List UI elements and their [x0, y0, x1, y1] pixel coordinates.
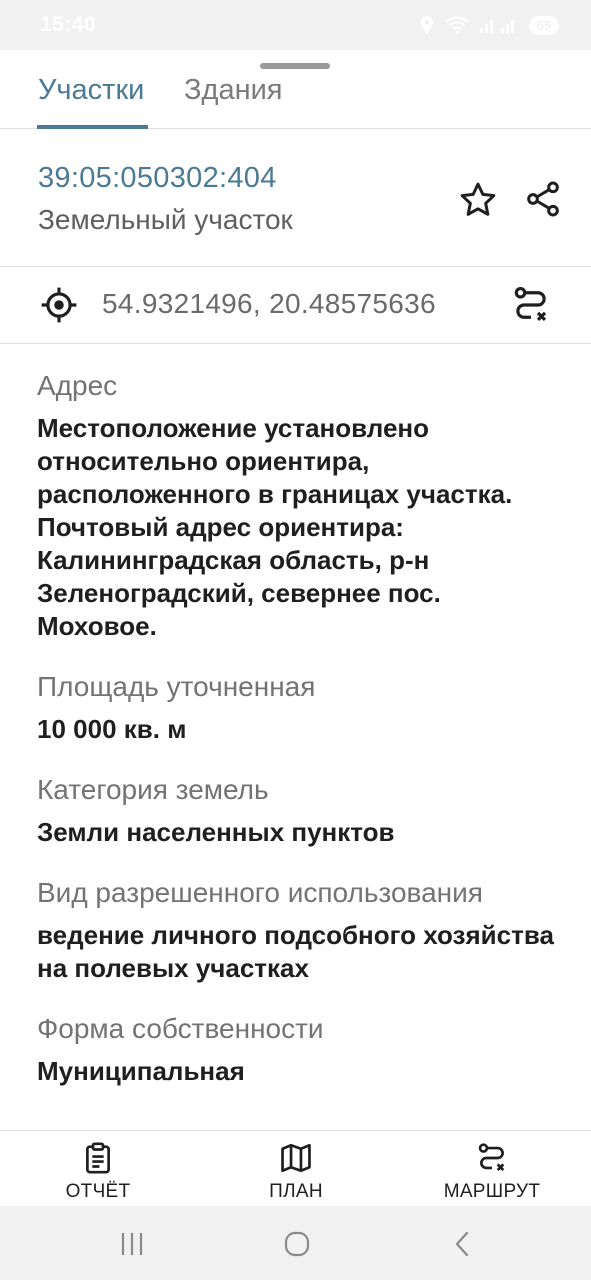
address-line: Зеленоградский, севернее пос.: [37, 578, 441, 608]
parcel-details: Адрес Местоположение установлено относит…: [37, 368, 577, 1114]
plan-button[interactable]: ПЛАН: [258, 1141, 334, 1203]
tab-bar: Участки Здания: [0, 70, 591, 129]
category-block: Категория земель Земли населенных пункто…: [37, 772, 577, 849]
clipboard-report-icon: [86, 1142, 110, 1174]
star-icon: [460, 182, 496, 216]
parcel-header: 39:05:050302:404 Земельный участок: [0, 128, 591, 267]
ownership-value: Муниципальная: [37, 1056, 245, 1086]
address-line: Местоположение установлено: [37, 413, 429, 443]
wifi-icon: [445, 16, 469, 34]
route-icon: [478, 1143, 505, 1171]
parcel-type: Земельный участок: [38, 204, 293, 235]
address-label: Адрес: [37, 370, 118, 401]
address-line: Моховое.: [37, 611, 157, 641]
home-icon: [284, 1231, 310, 1257]
tab-buildings[interactable]: Здания: [184, 74, 282, 107]
recents-button[interactable]: [110, 1226, 154, 1262]
route-label: МАРШРУТ: [443, 1181, 541, 1202]
permitted-use-line: ведение личного подсобного хозяйства: [37, 920, 554, 950]
address-line: относительно ориентира,: [37, 446, 370, 476]
status-time: 15:40: [40, 13, 97, 36]
permitted-use-value: ведение личного подсобного хозяйства на …: [37, 919, 582, 985]
report-label: ОТЧЁТ: [65, 1181, 131, 1202]
ownership-block: Форма собственности Муниципальная: [37, 1011, 577, 1088]
route-icon[interactable]: [510, 284, 552, 326]
permitted-use-line: на полевых участках: [37, 953, 309, 983]
report-button[interactable]: ОТЧЁТ: [62, 1141, 134, 1203]
share-icon: [527, 181, 559, 217]
category-label: Категория земель: [37, 774, 269, 805]
cadastral-number[interactable]: 39:05:050302:404: [38, 162, 277, 195]
address-value: Местоположение установлено относительно …: [37, 412, 582, 643]
home-button[interactable]: [277, 1226, 317, 1262]
location-pin-icon: [421, 16, 433, 34]
plan-label: ПЛАН: [269, 1181, 323, 1202]
battery-indicator: 65: [529, 15, 559, 35]
status-bar: 15:40 65: [0, 0, 591, 50]
gps-target-icon: [41, 287, 77, 323]
permitted-use-block: Вид разрешенного использования ведение л…: [37, 875, 577, 985]
area-block: Площадь уточненная 10 000 кв. м: [37, 669, 577, 746]
bottom-action-bar: ОТЧЁТ ПЛАН МАРШРУТ: [0, 1130, 591, 1207]
sheet-drag-handle[interactable]: [260, 63, 330, 69]
signal-icon: [480, 20, 514, 33]
address-line: расположенного в границах участка.: [37, 479, 513, 509]
address-line: Почтовый адрес ориентира:: [37, 512, 404, 542]
recents-icon: [121, 1233, 143, 1255]
address-line: Калининградская область, р-н: [37, 545, 430, 575]
system-nav-bar: [0, 1206, 591, 1280]
coordinates-row: 54.9321496, 20.48575636: [0, 266, 591, 344]
tab-parcels[interactable]: Участки: [38, 74, 144, 107]
favorite-button[interactable]: [456, 178, 500, 222]
ownership-label: Форма собственности: [37, 1013, 324, 1044]
area-label: Площадь уточненная: [37, 671, 316, 702]
map-icon: [281, 1143, 311, 1173]
area-value: 10 000 кв. м: [37, 714, 187, 744]
coordinates-text[interactable]: 54.9321496, 20.48575636: [102, 288, 436, 320]
address-block: Адрес Местоположение установлено относит…: [37, 368, 577, 643]
share-button[interactable]: [520, 176, 566, 222]
category-value: Земли населенных пунктов: [37, 817, 395, 847]
permitted-use-label: Вид разрешенного использования: [37, 877, 483, 908]
status-icons: 65: [419, 15, 559, 35]
route-button[interactable]: МАРШРУТ: [430, 1141, 554, 1203]
back-chevron-icon: [455, 1231, 469, 1257]
back-button[interactable]: [444, 1226, 480, 1262]
